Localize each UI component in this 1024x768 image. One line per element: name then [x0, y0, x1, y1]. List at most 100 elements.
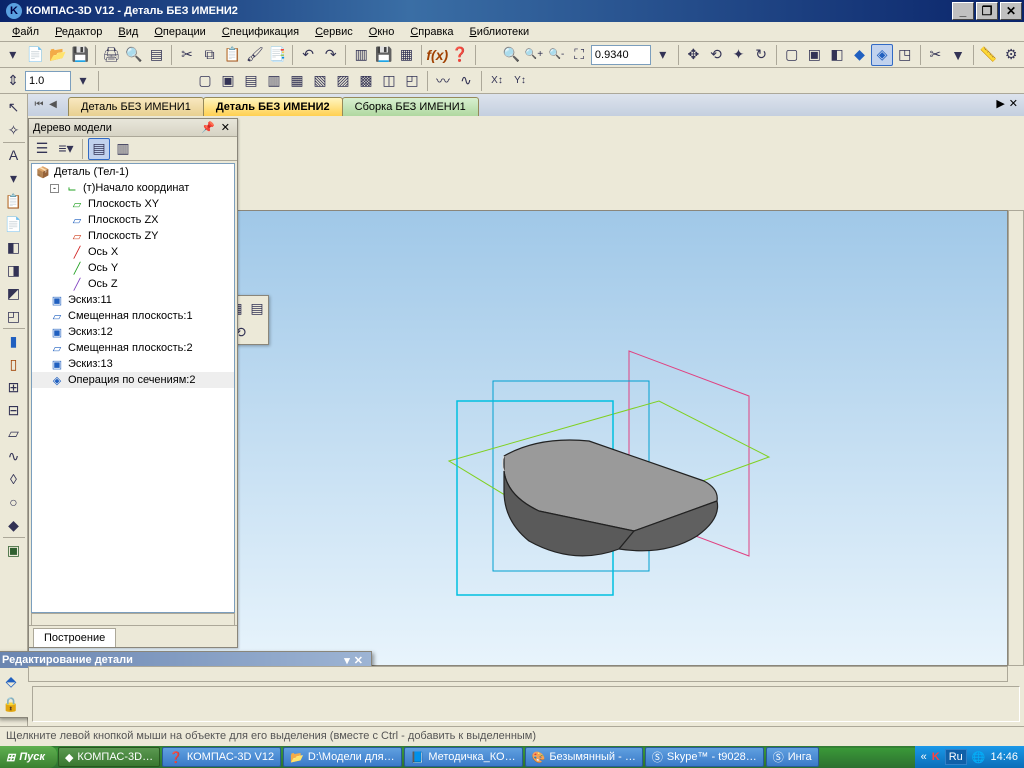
menu-window[interactable]: Окно: [361, 24, 403, 40]
tabnav-prev-icon[interactable]: ◀: [46, 96, 60, 112]
sketch9-icon[interactable]: ◫: [378, 70, 400, 92]
wireframe-icon[interactable]: ▢: [781, 44, 803, 66]
spline-icon[interactable]: ∿: [3, 445, 25, 467]
curve2-icon[interactable]: ∿: [455, 70, 477, 92]
snap-input[interactable]: [25, 71, 71, 91]
simplify-icon[interactable]: ▼: [947, 44, 969, 66]
op-lock-icon[interactable]: 🔒: [0, 693, 22, 715]
select-icon[interactable]: ↖: [3, 96, 25, 118]
shaded-icon[interactable]: ◆: [849, 44, 871, 66]
coord-x-icon[interactable]: X↕: [486, 70, 508, 92]
menu-service[interactable]: Сервис: [307, 24, 361, 40]
brush-icon[interactable]: 🖌: [244, 44, 266, 66]
tree-sketch13[interactable]: ▣Эскиз:13: [32, 356, 234, 372]
task-folder[interactable]: 📂D:\Модели для…: [283, 747, 402, 767]
report-icon[interactable]: 📄: [3, 213, 25, 235]
tree-root[interactable]: 📦Деталь (Тел-1): [32, 164, 234, 180]
hidden-rem-icon[interactable]: ◧: [826, 44, 848, 66]
pan-icon[interactable]: ✥: [683, 44, 705, 66]
sketch8-icon[interactable]: ▩: [355, 70, 377, 92]
tree-origin[interactable]: -⌙(т)Начало координат: [32, 180, 234, 196]
shaded-edges-icon[interactable]: ◈: [871, 44, 893, 66]
tray-expand-icon[interactable]: «: [921, 751, 927, 763]
dropdown-icon[interactable]: ▾: [652, 44, 674, 66]
array-icon[interactable]: ⊞: [3, 376, 25, 398]
sketch3-icon[interactable]: ▤: [240, 70, 262, 92]
tray-k-icon[interactable]: K: [932, 751, 940, 763]
sketch10-icon[interactable]: ◰: [401, 70, 423, 92]
close-button[interactable]: ✕: [1000, 2, 1022, 20]
sketch7-icon[interactable]: ▨: [332, 70, 354, 92]
task-word[interactable]: 📘Методичка_КО…: [404, 747, 523, 767]
edit-tb-close-icon[interactable]: ✕: [350, 654, 367, 667]
table-icon[interactable]: ▦: [396, 44, 418, 66]
section-icon[interactable]: ✂: [925, 44, 947, 66]
rebuild-icon[interactable]: ⚙: [1000, 44, 1022, 66]
plane-icon[interactable]: ▱: [3, 422, 25, 444]
undo-icon[interactable]: ↶: [297, 44, 319, 66]
start-button[interactable]: ⊞ Пуск: [0, 746, 57, 768]
manager-icon[interactable]: ▥: [350, 44, 372, 66]
copy-icon[interactable]: ⧉: [199, 44, 221, 66]
menu-help[interactable]: Справка: [402, 24, 461, 40]
coord-y-icon[interactable]: Y↕: [509, 70, 531, 92]
orient-icon[interactable]: ✦: [728, 44, 750, 66]
tool4-icon[interactable]: ◰: [3, 305, 25, 327]
tree-sketch11[interactable]: ▣Эскиз:11: [32, 292, 234, 308]
refresh-icon[interactable]: ↻: [750, 44, 772, 66]
task-skype[interactable]: ⓈSkype™ - t9028…: [645, 747, 764, 767]
tabnav-first-icon[interactable]: ⏮: [32, 96, 46, 112]
rotate-icon[interactable]: ⟲: [705, 44, 727, 66]
tree-tb3-icon[interactable]: ▤: [88, 138, 110, 160]
props-icon[interactable]: 📑: [267, 44, 289, 66]
snap-dd-icon[interactable]: ▾: [72, 70, 94, 92]
task-inga[interactable]: ⓈИнга: [766, 747, 819, 767]
help-icon[interactable]: ❓: [449, 44, 471, 66]
tree-off2[interactable]: ▱Смещенная плоскость:2: [32, 340, 234, 356]
sketch2-icon[interactable]: ▣: [217, 70, 239, 92]
task-paint[interactable]: 🎨Безымянный - …: [525, 747, 643, 767]
task-kompas-active[interactable]: ◆КОМПАС-3D…: [58, 747, 160, 767]
menu-libs[interactable]: Библиотеки: [462, 24, 538, 40]
tree-plane-xy[interactable]: ▱Плоскость XY: [32, 196, 234, 212]
menu-spec[interactable]: Спецификация: [214, 24, 307, 40]
preview-icon[interactable]: 🔍: [123, 44, 145, 66]
tree-tab-build[interactable]: Построение: [33, 628, 116, 647]
sketch1-icon[interactable]: ▢: [194, 70, 216, 92]
dim-icon[interactable]: A: [3, 144, 25, 166]
tree-tb2-icon[interactable]: ≡▾: [55, 138, 77, 160]
tray-globe-icon[interactable]: 🌐: [972, 751, 986, 764]
vars-icon[interactable]: f(x): [426, 44, 448, 66]
sketch4-icon[interactable]: ▥: [263, 70, 285, 92]
doc-tab-1[interactable]: Деталь БЕЗ ИМЕНИ1: [68, 97, 204, 116]
perspective-icon[interactable]: ◳: [894, 44, 916, 66]
tree-plane-zy[interactable]: ▱Плоскость ZY: [32, 228, 234, 244]
zoom-fit-icon[interactable]: ⛶: [568, 44, 590, 66]
sketch6-icon[interactable]: ▧: [309, 70, 331, 92]
tree-close-icon[interactable]: ✕: [218, 122, 233, 134]
print-icon[interactable]: 🖨: [100, 44, 122, 66]
sketch5-icon[interactable]: ▦: [286, 70, 308, 92]
snap-arrows-icon[interactable]: ⇕: [2, 70, 24, 92]
probe-icon[interactable]: ✧: [3, 119, 25, 141]
hidden-dash-icon[interactable]: ▣: [804, 44, 826, 66]
tool2-icon[interactable]: ◨: [3, 259, 25, 281]
tool3-icon[interactable]: ◩: [3, 282, 25, 304]
surf-icon[interactable]: ◊: [3, 468, 25, 490]
cut-icon[interactable]: ✂: [176, 44, 198, 66]
tree-tb1-icon[interactable]: ☰: [31, 138, 53, 160]
curve1-icon[interactable]: 〰: [432, 70, 454, 92]
menu-file[interactable]: Файл: [4, 24, 47, 40]
zoom-in-icon[interactable]: 🔍+: [523, 44, 545, 66]
paste-icon[interactable]: 📋: [221, 44, 243, 66]
tree-loft[interactable]: ◈Операция по сечениям:2: [32, 372, 234, 388]
menu-editor[interactable]: Редактор: [47, 24, 110, 40]
tree-pin-icon[interactable]: 📌: [198, 122, 218, 134]
page-icon[interactable]: ▤: [146, 44, 168, 66]
doc-tab-3[interactable]: Сборка БЕЗ ИМЕНИ1: [342, 97, 479, 116]
spec-icon[interactable]: 📋: [3, 190, 25, 212]
measure-icon[interactable]: 📏: [978, 44, 1000, 66]
tree-off1[interactable]: ▱Смещенная плоскость:1: [32, 308, 234, 324]
scale-input[interactable]: [591, 45, 651, 65]
restore-button[interactable]: ❐: [976, 2, 998, 20]
